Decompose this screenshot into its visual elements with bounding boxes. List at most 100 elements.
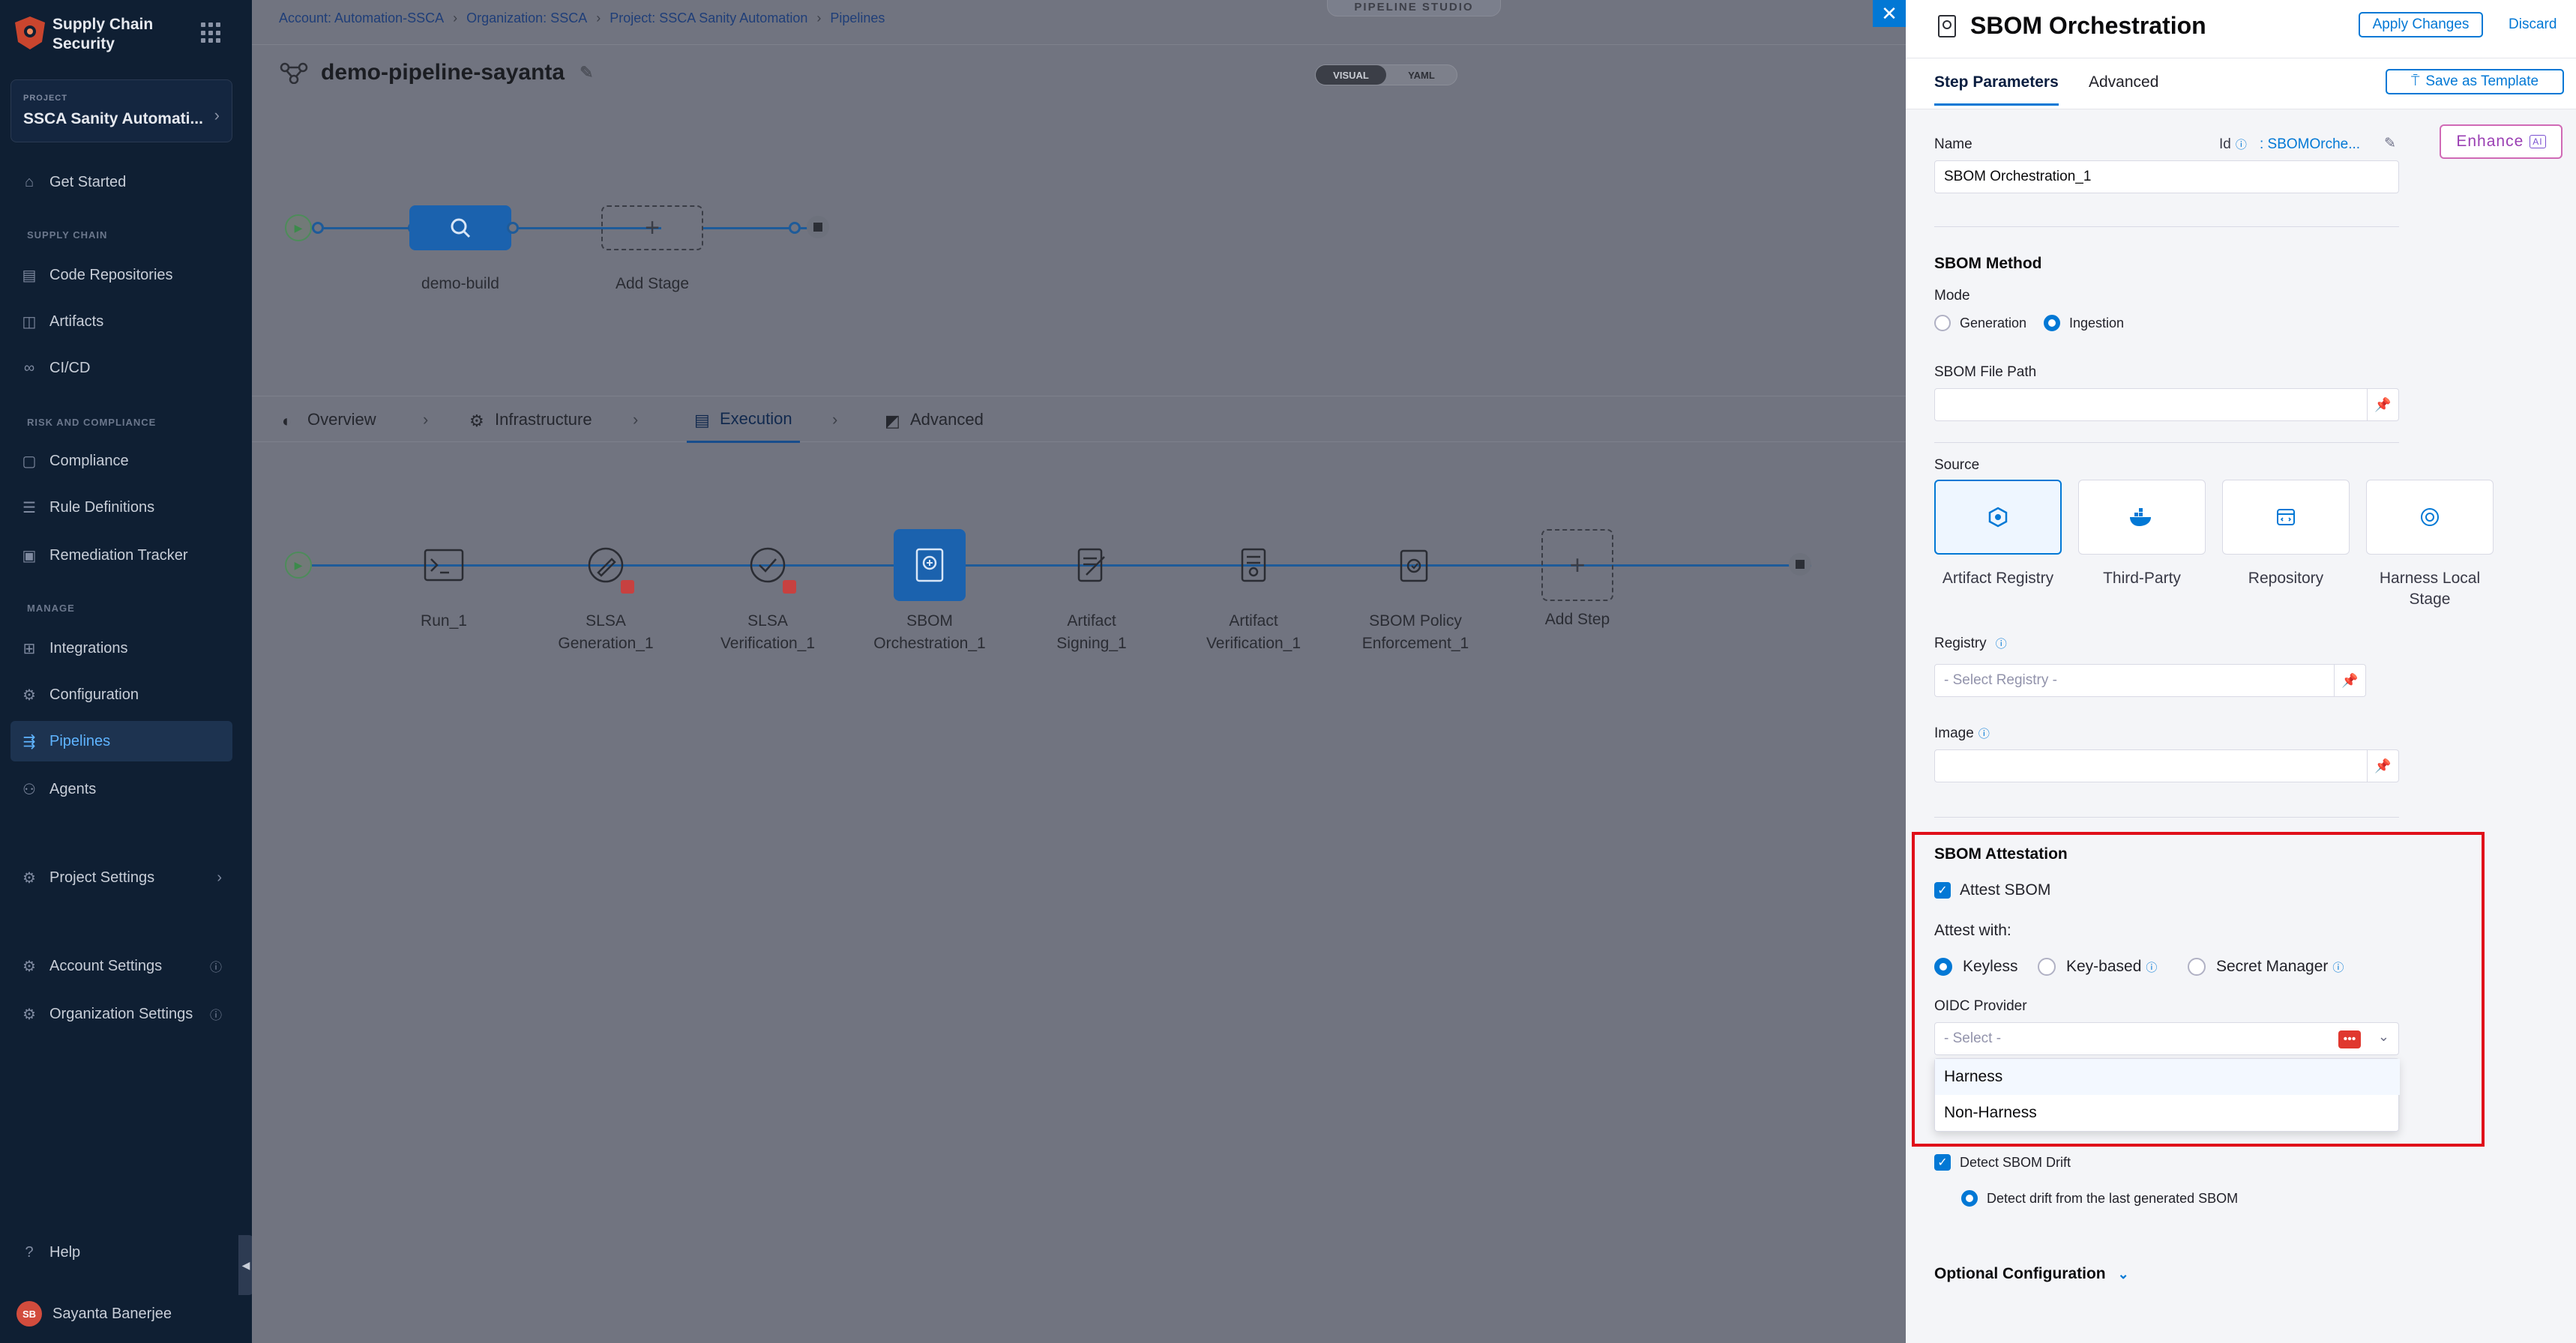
chevron-right-icon: › bbox=[217, 869, 222, 886]
edit-icon[interactable]: ✎ bbox=[580, 63, 593, 82]
stage-label: demo-build bbox=[421, 275, 499, 292]
tab-advanced[interactable]: Advanced bbox=[2089, 73, 2158, 103]
panel-title: SBOM Orchestration bbox=[1970, 12, 2206, 39]
sidebar-item-artifacts[interactable]: ◫ Artifacts bbox=[10, 301, 232, 342]
ai-badge: AI bbox=[2530, 135, 2546, 148]
mode-generation-radio[interactable]: Generation bbox=[1934, 315, 2026, 331]
radio-circle bbox=[2044, 315, 2060, 331]
tab-step-parameters[interactable]: Step Parameters bbox=[1934, 73, 2059, 106]
source-third-party[interactable] bbox=[2078, 480, 2206, 555]
breadcrumb-account[interactable]: Account: Automation-SSCA bbox=[279, 10, 444, 26]
pin-icon[interactable]: 📌 bbox=[2335, 664, 2366, 697]
enhance-ai-button[interactable]: Enhance AI bbox=[2440, 124, 2563, 159]
step-sbom-orchestration[interactable] bbox=[894, 529, 966, 601]
step-slsa-generation[interactable] bbox=[570, 529, 642, 601]
source-label-repository: Repository bbox=[2248, 570, 2324, 587]
sidebar-item-account-settings[interactable]: ⚙ Account Settings ⓘ bbox=[10, 946, 232, 986]
settings-icon: ⚙ bbox=[22, 869, 36, 887]
id-value: : SBOMOrche... bbox=[2260, 136, 2361, 152]
pin-icon[interactable]: 📌 bbox=[2368, 388, 2399, 421]
visual-toggle[interactable]: VISUAL bbox=[1316, 65, 1386, 85]
checkmark-icon: ✓ bbox=[1934, 1154, 1951, 1171]
sidebar-item-get-started[interactable]: ⌂ Get Started bbox=[10, 162, 232, 202]
mode-ingestion-radio[interactable]: Ingestion bbox=[2044, 315, 2124, 331]
execution-icon: ▤ bbox=[694, 410, 710, 429]
add-step-button[interactable]: + bbox=[1541, 529, 1613, 601]
radio-circle bbox=[1961, 1190, 1978, 1207]
breadcrumb-pipelines[interactable]: Pipelines bbox=[830, 10, 885, 26]
tab-overview[interactable]: ◐ Overview bbox=[282, 396, 376, 443]
source-repository[interactable] bbox=[2222, 480, 2350, 555]
optional-configuration-toggle[interactable]: Optional Configuration ⌄ bbox=[1934, 1265, 2129, 1283]
stage-demo-build[interactable] bbox=[409, 205, 511, 250]
image-input[interactable] bbox=[1934, 749, 2368, 782]
drift-last-generated-radio[interactable]: Detect drift from the last generated SBO… bbox=[1961, 1190, 2238, 1207]
sidebar-item-organization-settings[interactable]: ⚙ Organization Settings ⓘ bbox=[10, 994, 232, 1034]
step-label: Run_1 bbox=[421, 612, 467, 630]
source-artifact-registry[interactable] bbox=[1934, 480, 2062, 555]
topbar: Account: Automation-SSCA › Organization: … bbox=[252, 0, 1906, 45]
app-switcher-icon[interactable] bbox=[201, 22, 222, 43]
registry-select[interactable]: - Select Registry - bbox=[1934, 664, 2335, 697]
step-label: Add Step bbox=[1544, 611, 1610, 628]
sidebar-item-code-repositories[interactable]: ▤ Code Repositories bbox=[10, 255, 232, 295]
sidebar-item-integrations[interactable]: ⊞ Integrations bbox=[10, 628, 232, 669]
sidebar-item-project-settings[interactable]: ⚙ Project Settings › bbox=[10, 857, 232, 898]
project-selector[interactable]: PROJECT SSCA Sanity Automati... › bbox=[10, 79, 232, 142]
apply-changes-button[interactable]: Apply Changes bbox=[2359, 12, 2483, 37]
step-slsa-verification[interactable] bbox=[732, 529, 804, 601]
section-risk-compliance: RISK AND COMPLIANCE bbox=[27, 417, 157, 428]
save-as-template-button[interactable]: ⍑ Save as Template bbox=[2386, 69, 2564, 94]
close-panel-button[interactable]: ✕ bbox=[1873, 0, 1906, 27]
chevron-right-icon: › bbox=[423, 410, 429, 429]
yaml-toggle[interactable]: YAML bbox=[1386, 65, 1457, 85]
step-artifact-verification[interactable] bbox=[1218, 529, 1289, 601]
discard-button[interactable]: Discard bbox=[2509, 16, 2557, 33]
artifact-signing-icon bbox=[1077, 548, 1105, 582]
step-sbom-policy-enforcement[interactable] bbox=[1379, 529, 1451, 601]
tab-label: Overview bbox=[307, 410, 376, 429]
sbom-orchestration-icon bbox=[915, 548, 944, 582]
sidebar-item-pipelines[interactable]: ⇶ Pipelines bbox=[10, 721, 232, 761]
edit-id-icon[interactable]: ✎ bbox=[2384, 135, 2396, 152]
sidebar-item-help[interactable]: ? Help bbox=[10, 1232, 232, 1273]
terminal-icon bbox=[424, 549, 464, 582]
add-stage-button[interactable]: + bbox=[601, 205, 703, 250]
view-toggle[interactable]: VISUAL YAML bbox=[1315, 64, 1457, 85]
sidebar-item-remediation-tracker[interactable]: ▣ Remediation Tracker bbox=[10, 535, 232, 576]
step-label: SBOM Policy Enforcement_1 bbox=[1361, 612, 1469, 652]
sidebar-item-cicd[interactable]: ∞ CI/CD bbox=[10, 348, 232, 388]
advanced-icon: ◩ bbox=[885, 411, 900, 430]
step-label: Artifact Signing_1 bbox=[1056, 612, 1127, 652]
user-name: Sayanta Banerjee bbox=[52, 1305, 172, 1322]
sidebar-item-label: Agents bbox=[49, 780, 97, 797]
source-harness-local-stage[interactable] bbox=[2366, 480, 2494, 555]
tab-advanced[interactable]: ◩ Advanced bbox=[885, 396, 984, 443]
user-profile[interactable]: SB Sayanta Banerjee bbox=[16, 1301, 172, 1327]
sidebar-item-agents[interactable]: ⚇ Agents bbox=[10, 769, 232, 809]
name-input[interactable]: SBOM Orchestration_1 bbox=[1934, 160, 2399, 193]
breadcrumb-project[interactable]: Project: SSCA Sanity Automation bbox=[610, 10, 807, 26]
sidebar-item-label: Project Settings bbox=[49, 869, 155, 886]
sidebar-item-rule-definitions[interactable]: ☰ Rule Definitions bbox=[10, 487, 232, 528]
step-artifact-signing[interactable] bbox=[1056, 529, 1128, 601]
agents-icon: ⚇ bbox=[22, 781, 36, 798]
sidebar-item-configuration[interactable]: ⚙ Configuration bbox=[10, 674, 232, 715]
pipeline-end-icon bbox=[807, 216, 829, 238]
slsa-generation-icon bbox=[588, 547, 624, 583]
radio-label: Generation bbox=[1960, 315, 2027, 331]
sbom-file-path-input[interactable] bbox=[1934, 388, 2368, 421]
sidebar-item-label: Code Repositories bbox=[49, 266, 173, 283]
collapse-sidebar-button[interactable]: ◀ bbox=[238, 1235, 253, 1295]
step-run[interactable] bbox=[408, 529, 480, 601]
breadcrumb-organization[interactable]: Organization: SSCA bbox=[466, 10, 587, 26]
chevron-down-icon: ⌄ bbox=[2117, 1266, 2129, 1282]
pin-icon[interactable]: 📌 bbox=[2368, 749, 2399, 782]
home-icon: ⌂ bbox=[24, 173, 34, 190]
sidebar-item-compliance[interactable]: ▢ Compliance bbox=[10, 441, 232, 481]
sidebar-item-label: Pipelines bbox=[49, 732, 111, 749]
tab-execution[interactable]: ▤ Execution bbox=[687, 396, 800, 443]
pipeline-icon bbox=[280, 62, 308, 84]
tab-infrastructure[interactable]: ⚙ Infrastructure bbox=[469, 396, 592, 443]
detect-sbom-drift-checkbox[interactable]: ✓ Detect SBOM Drift bbox=[1934, 1154, 2071, 1171]
